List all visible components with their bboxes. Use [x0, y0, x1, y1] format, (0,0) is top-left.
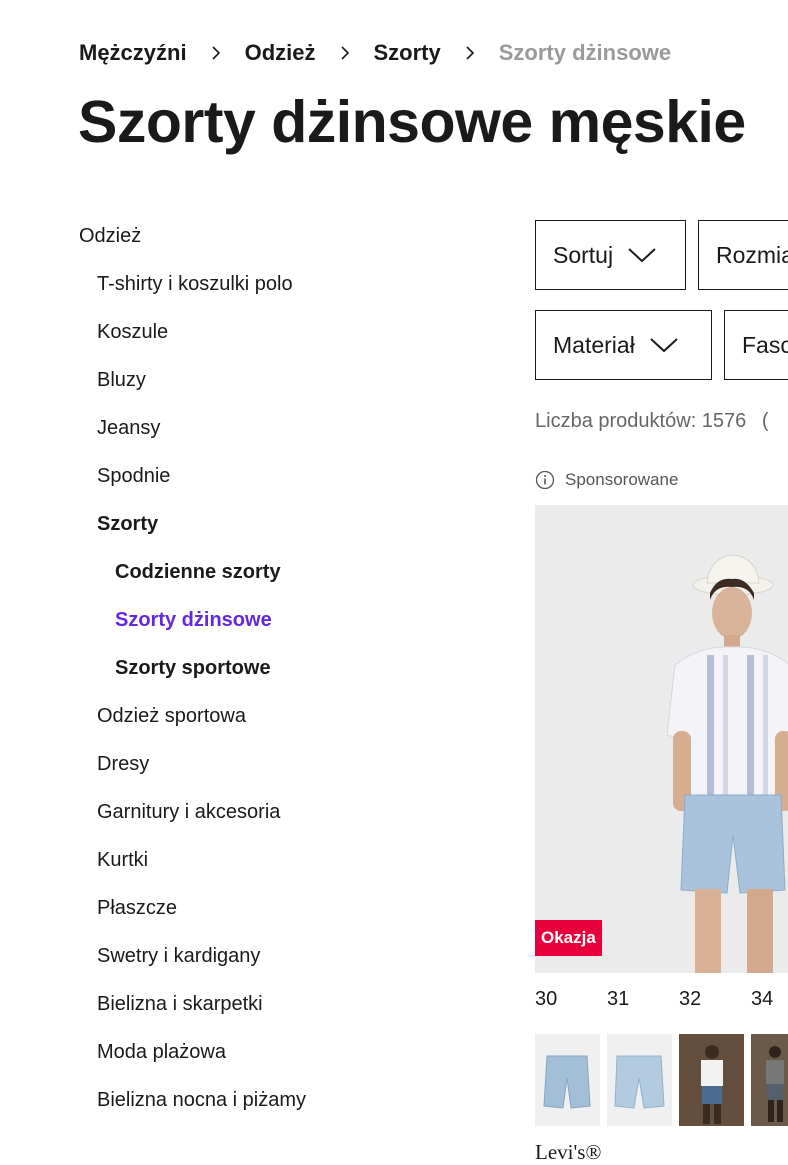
sidebar-item-odziez[interactable]: Odzież [79, 212, 499, 260]
sidebar-item-odziez-sportowa[interactable]: Odzież sportowa [79, 692, 499, 740]
sidebar-item-plaszcze[interactable]: Płaszcze [79, 884, 499, 932]
chevron-down-icon [649, 336, 679, 354]
size-option[interactable]: 30 [535, 988, 607, 1011]
sidebar-item-koszule[interactable]: Koszule [79, 308, 499, 356]
sidebar-item-jeansy[interactable]: Jeansy [79, 404, 499, 452]
product-count: Liczba produktów: 1576 ( [535, 410, 768, 433]
sidebar-item-bluzy[interactable]: Bluzy [79, 356, 499, 404]
breadcrumb-link-clothing[interactable]: Odzież [245, 40, 316, 66]
sidebar-item-codzienne-szorty[interactable]: Codzienne szorty [79, 548, 499, 596]
fit-dropdown[interactable]: Fasc [724, 310, 788, 380]
chevron-right-icon [453, 41, 487, 65]
breadcrumb-link-shorts[interactable]: Szorty [374, 40, 441, 66]
size-option[interactable]: 31 [607, 988, 679, 1011]
sidebar-item-kurtki[interactable]: Kurtki [79, 836, 499, 884]
size-dropdown-label: Rozmia [716, 241, 788, 268]
product-thumbnail[interactable] [679, 1034, 744, 1126]
size-option[interactable]: 32 [679, 988, 751, 1011]
material-dropdown[interactable]: Materiał [535, 310, 712, 380]
sidebar-item-moda-plazowa[interactable]: Moda plażowa [79, 1028, 499, 1076]
product-count-extra: ( [761, 410, 769, 432]
chevron-down-icon [627, 246, 657, 264]
product-brand[interactable]: Levi's® [535, 1140, 601, 1165]
sidebar-item-bielizna[interactable]: Bielizna i skarpetki [79, 980, 499, 1028]
sponsored-label[interactable]: Sponsorowane [535, 470, 678, 490]
fit-dropdown-label: Fasc [742, 331, 788, 358]
breadcrumb-link-men[interactable]: Mężczyźni [79, 40, 187, 66]
product-count-text: Liczba produktów: 1576 [535, 410, 747, 432]
size-list: 30 31 32 34 [535, 988, 788, 1011]
sidebar-item-tshirty[interactable]: T-shirty i koszulki polo [79, 260, 499, 308]
breadcrumb: Mężczyźni Odzież Szorty Szorty dżinsowe [79, 38, 671, 68]
material-dropdown-label: Materiał [553, 331, 635, 358]
deal-badge: Okazja [535, 920, 602, 956]
info-icon [535, 470, 555, 490]
thumbnail-strip [535, 1034, 788, 1126]
product-thumbnail[interactable] [751, 1034, 788, 1126]
sidebar-item-szorty-sportowe[interactable]: Szorty sportowe [79, 644, 499, 692]
product-thumbnail[interactable] [607, 1034, 672, 1126]
chevron-right-icon [199, 41, 233, 65]
sidebar-item-bielizna-nocna[interactable]: Bielizna nocna i piżamy [79, 1076, 499, 1124]
page-title: Szorty dżinsowe męskie [78, 89, 746, 155]
sidebar-item-spodnie[interactable]: Spodnie [79, 452, 499, 500]
sidebar-item-garnitury[interactable]: Garnitury i akcesoria [79, 788, 499, 836]
sponsored-text: Sponsorowane [565, 470, 679, 489]
size-dropdown[interactable]: Rozmia [698, 220, 788, 290]
sidebar-item-szorty[interactable]: Szorty [79, 500, 499, 548]
size-option[interactable]: 34 [751, 988, 788, 1011]
chevron-right-icon [328, 41, 362, 65]
sort-dropdown-label: Sortuj [553, 241, 614, 268]
breadcrumb-current: Szorty dżinsowe [498, 40, 672, 65]
sidebar-item-swetry[interactable]: Swetry i kardigany [79, 932, 499, 980]
sidebar-item-szorty-dzinsowe[interactable]: Szorty dżinsowe [79, 596, 499, 644]
sidebar-item-dresy[interactable]: Dresy [79, 740, 499, 788]
sort-dropdown[interactable]: Sortuj [535, 220, 686, 290]
product-image[interactable] [535, 505, 788, 973]
category-sidebar: Odzież T-shirty i koszulki polo Koszule … [79, 212, 499, 1124]
product-thumbnail[interactable] [535, 1034, 600, 1126]
